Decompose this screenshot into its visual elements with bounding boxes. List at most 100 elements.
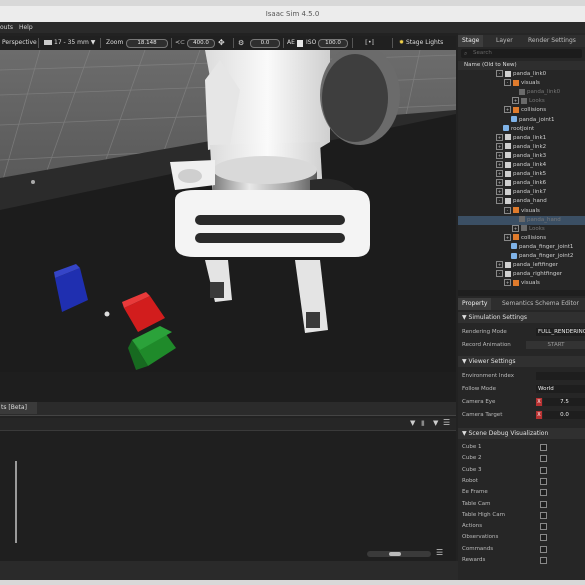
expand-icon[interactable]: + <box>496 161 503 168</box>
chevron-down-icon[interactable]: ▼ <box>410 419 415 427</box>
tree-row[interactable]: panda_hand <box>458 215 585 225</box>
debug-item-checkbox[interactable] <box>540 511 547 519</box>
tree-row[interactable]: - panda_hand <box>458 197 585 206</box>
tree-row[interactable]: - panda_link0 <box>458 70 585 79</box>
debug-item-checkbox[interactable] <box>540 557 547 564</box>
xform-icon <box>505 270 511 277</box>
xform-icon <box>505 134 511 141</box>
tab-property[interactable]: Property <box>458 298 492 310</box>
environment-index-field[interactable] <box>536 372 585 380</box>
expand-icon[interactable]: + <box>504 106 511 114</box>
tab-stage[interactable]: Stage <box>458 35 484 47</box>
expand-icon[interactable]: + <box>512 224 519 232</box>
list-icon[interactable]: ☰ <box>436 548 443 557</box>
console-horizontal-scrollbar[interactable] <box>367 551 431 557</box>
tree-row[interactable]: panda_finger_joint2 <box>458 252 585 261</box>
tree-row[interactable]: + panda_leftfinger <box>458 261 585 270</box>
expand-icon[interactable]: + <box>496 142 503 150</box>
camera-target-x-field[interactable]: 0.0 <box>543 411 585 419</box>
zoom-field[interactable]: 18.148 <box>126 39 168 48</box>
stage-lights-button[interactable]: ✹ Stage Lights <box>399 38 443 48</box>
tree-row[interactable]: + Looks <box>458 97 585 106</box>
gear-icon[interactable]: ⚙ <box>238 38 244 48</box>
collapse-icon[interactable]: - <box>504 206 511 214</box>
rotation-field[interactable]: 0.0 <box>250 39 280 48</box>
exposure-swatch[interactable] <box>297 40 303 47</box>
stage-search[interactable]: ⌕ Search <box>461 49 582 58</box>
expand-icon[interactable]: + <box>512 97 519 105</box>
tree-row[interactable]: panda_joint1 <box>458 116 585 125</box>
tree-row[interactable]: + collisions <box>458 106 585 115</box>
tree-row[interactable]: + panda_link1 <box>458 133 585 143</box>
debug-item-row: Cube 2 <box>462 453 585 463</box>
tree-row[interactable]: + panda_link3 <box>458 151 585 161</box>
tree-row[interactable]: rootJoint <box>458 125 585 134</box>
tree-row[interactable]: - visuals <box>458 79 585 88</box>
debug-item-checkbox[interactable] <box>540 500 547 508</box>
tree-row[interactable]: + collisions <box>458 233 585 243</box>
expand-icon[interactable]: + <box>496 179 503 187</box>
debug-item-checkbox[interactable] <box>540 534 547 542</box>
expand-icon[interactable]: + <box>496 188 503 196</box>
tree-row[interactable]: + panda_link5 <box>458 170 585 179</box>
tree-row[interactable]: + panda_link7 <box>458 188 585 197</box>
fullscreen-icon[interactable]: ⟦•⟧ <box>365 38 374 48</box>
collapse-icon[interactable]: - <box>496 70 503 77</box>
collapse-icon[interactable]: - <box>504 79 511 87</box>
tree-row[interactable]: - panda_rightfinger <box>458 270 585 279</box>
speed-field[interactable]: 400.0 <box>187 39 215 48</box>
tree-row[interactable]: + panda_link6 <box>458 179 585 188</box>
viewer-settings-header[interactable]: ▼ Viewer Settings <box>458 356 585 367</box>
debug-item-checkbox[interactable] <box>540 545 547 553</box>
tab-render-settings[interactable]: Render Settings <box>524 35 580 47</box>
tab-layer[interactable]: Layer <box>492 35 517 47</box>
viewport[interactable] <box>0 50 456 372</box>
simulation-settings-header[interactable]: ▼ Simulation Settings <box>458 312 585 323</box>
scene-debug-header[interactable]: ▼ Scene Debug Visualization <box>458 428 585 439</box>
filter-icon[interactable]: ▼ <box>433 419 438 427</box>
iso-field[interactable]: 100.0 <box>318 39 348 48</box>
debug-item-checkbox[interactable] <box>540 444 547 451</box>
lens-dropdown[interactable]: 17 - 35 mm ▼ <box>44 38 95 48</box>
tree-row[interactable]: + visuals <box>458 279 585 288</box>
camera-eye-x-field[interactable]: 7.5 <box>543 398 585 406</box>
expand-icon[interactable]: + <box>504 233 511 241</box>
menu-item-help[interactable]: Help <box>19 24 33 31</box>
tree-row[interactable]: - visuals <box>458 206 585 216</box>
follow-mode-dropdown[interactable]: World <box>536 385 585 393</box>
tree-row[interactable]: + Looks <box>458 224 585 234</box>
expand-icon[interactable]: + <box>496 151 503 159</box>
record-start-button[interactable]: START <box>526 341 585 349</box>
debug-item-checkbox[interactable] <box>540 523 547 531</box>
expand-icon[interactable]: + <box>496 170 503 178</box>
bookmark-icon[interactable]: ▮ <box>421 419 425 427</box>
collapse-icon[interactable]: - <box>496 270 503 278</box>
collapse-icon[interactable]: - <box>496 197 503 205</box>
tree-row[interactable]: panda_link0 <box>458 88 585 97</box>
menu-icon[interactable]: ☰ <box>443 418 450 427</box>
folder-icon <box>521 97 527 104</box>
tree-row-label: panda_finger_joint2 <box>519 253 574 259</box>
expand-icon[interactable]: + <box>496 133 503 141</box>
tab-semantics-schema-editor[interactable]: Semantics Schema Editor <box>498 298 583 310</box>
perspective-button[interactable]: Perspective <box>2 38 37 48</box>
expand-icon[interactable]: + <box>504 279 511 287</box>
debug-item-checkbox[interactable] <box>540 455 547 463</box>
tree-row[interactable]: panda_finger_joint1 <box>458 243 585 252</box>
tab-console[interactable]: ts [Beta] <box>0 402 37 414</box>
debug-item-label: Robot <box>462 477 478 484</box>
tree-row[interactable]: + panda_link4 <box>458 161 585 170</box>
tree-row[interactable]: + panda_link2 <box>458 142 585 152</box>
menu-item-layouts[interactable]: outs <box>0 24 13 31</box>
ae-label: AE <box>287 39 295 46</box>
debug-item-checkbox[interactable] <box>540 489 547 497</box>
move-icon[interactable]: ✥ <box>218 38 225 48</box>
debug-item-row: Cube 1 <box>462 442 585 452</box>
debug-item-checkbox[interactable] <box>540 466 547 474</box>
debug-item-checkbox[interactable] <box>540 477 547 485</box>
debug-item-label: Cube 1 <box>462 444 482 450</box>
rendering-mode-dropdown[interactable]: FULL_RENDERING <box>536 328 585 336</box>
expand-icon[interactable]: + <box>496 261 503 269</box>
console-scrollbar[interactable] <box>15 461 17 543</box>
